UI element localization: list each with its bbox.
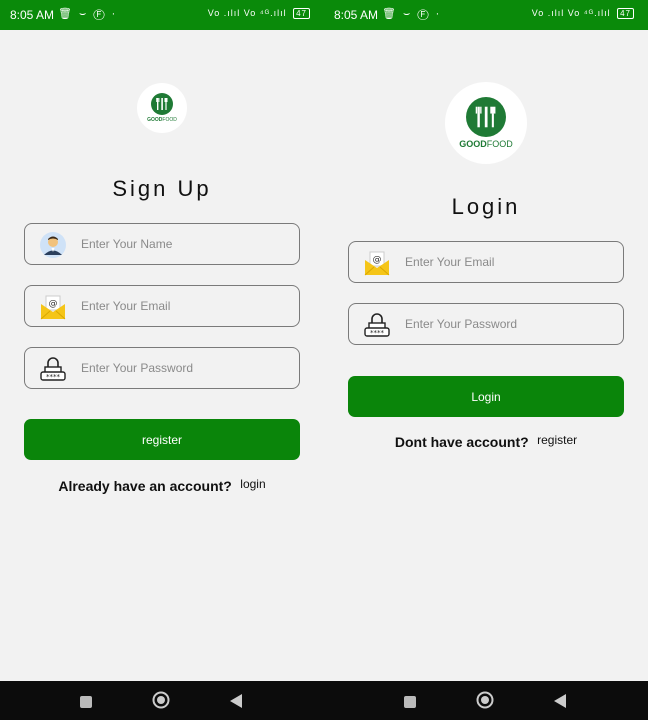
email-input[interactable] (81, 286, 291, 326)
password-field[interactable]: **** (24, 347, 300, 389)
fork-knife-spatula-icon (466, 97, 506, 137)
register-question: Dont have account? (394, 434, 529, 450)
app-logo: GOODFOOD (445, 82, 527, 164)
status-bar: 8:05 AM 🗑 ⌣ Ⓕ · Vo .ılıl Vo ⁴ᴳ.ılıl 47 (0, 0, 324, 30)
svg-text:****: **** (46, 373, 61, 381)
padlock-password-icon: **** (39, 355, 67, 383)
brand-light: FOOD (486, 139, 513, 149)
signal-icons: Vo .ılıl Vo ⁴ᴳ.ılıl (531, 8, 611, 18)
recents-square-icon[interactable] (404, 695, 416, 713)
svg-text:@: @ (49, 299, 58, 309)
login-link[interactable]: login (240, 477, 265, 491)
svg-text:@: @ (373, 255, 382, 265)
notification-icons: 🗑 ⌣ Ⓕ · (382, 8, 442, 20)
email-envelope-icon: @ (39, 293, 67, 321)
home-circle-icon[interactable] (152, 691, 170, 714)
email-field[interactable]: @ (24, 285, 300, 327)
brand-bold: GOOD (459, 139, 487, 149)
brand-name: GOODFOOD (459, 139, 513, 149)
brand-light: FOOD (162, 117, 177, 123)
user-avatar-icon (39, 231, 67, 259)
register-link[interactable]: register (537, 433, 577, 447)
battery-icon: 47 (293, 8, 310, 19)
password-input[interactable] (405, 304, 615, 344)
system-icons: Vo .ılıl Vo ⁴ᴳ.ılıl 47 (532, 8, 634, 19)
fork-knife-spatula-icon (151, 93, 173, 115)
system-icons: Vo .ılıl Vo ⁴ᴳ.ılıl 47 (208, 8, 310, 19)
brand-name: GOODFOOD (147, 117, 177, 123)
signal-icons: Vo .ılıl Vo ⁴ᴳ.ılıl (207, 8, 287, 18)
status-bar: 8:05 AM 🗑 ⌣ Ⓕ · Vo .ılıl Vo ⁴ᴳ.ılıl 47 (324, 0, 648, 30)
login-screen: 8:05 AM 🗑 ⌣ Ⓕ · Vo .ılıl Vo ⁴ᴳ.ılıl 47 G… (324, 0, 648, 720)
back-triangle-icon[interactable] (230, 694, 242, 713)
navigation-bar (324, 681, 648, 720)
app-logo: GOODFOOD (137, 83, 187, 133)
signup-screen: 8:05 AM 🗑 ⌣ Ⓕ · Vo .ılıl Vo ⁴ᴳ.ılıl 47 G… (0, 0, 324, 720)
battery-icon: 47 (617, 8, 634, 19)
padlock-password-icon: **** (363, 311, 391, 339)
register-prompt: Dont have account? register (324, 433, 648, 452)
email-field[interactable]: @ (348, 241, 624, 283)
register-button[interactable]: register (24, 419, 300, 460)
page-title: Sign Up (112, 176, 212, 201)
navigation-bar (0, 681, 324, 720)
password-field[interactable]: **** (348, 303, 624, 345)
recents-square-icon[interactable] (80, 695, 92, 713)
login-button[interactable]: Login (348, 376, 624, 417)
name-field[interactable] (24, 223, 300, 265)
notification-icons: 🗑 ⌣ Ⓕ · (58, 8, 118, 20)
brand-bold: GOOD (147, 117, 163, 123)
status-time: 8:05 AM (10, 8, 55, 22)
login-question: Already have an account? (58, 478, 232, 494)
password-input[interactable] (81, 348, 291, 388)
email-envelope-icon: @ (363, 249, 391, 277)
svg-text:****: **** (370, 329, 385, 337)
email-input[interactable] (405, 242, 615, 282)
name-input[interactable] (81, 224, 291, 264)
back-triangle-icon[interactable] (554, 694, 566, 713)
status-time: 8:05 AM (334, 8, 379, 22)
page-title: Login (451, 194, 521, 219)
login-prompt: Already have an account? login (0, 477, 324, 496)
home-circle-icon[interactable] (476, 691, 494, 714)
